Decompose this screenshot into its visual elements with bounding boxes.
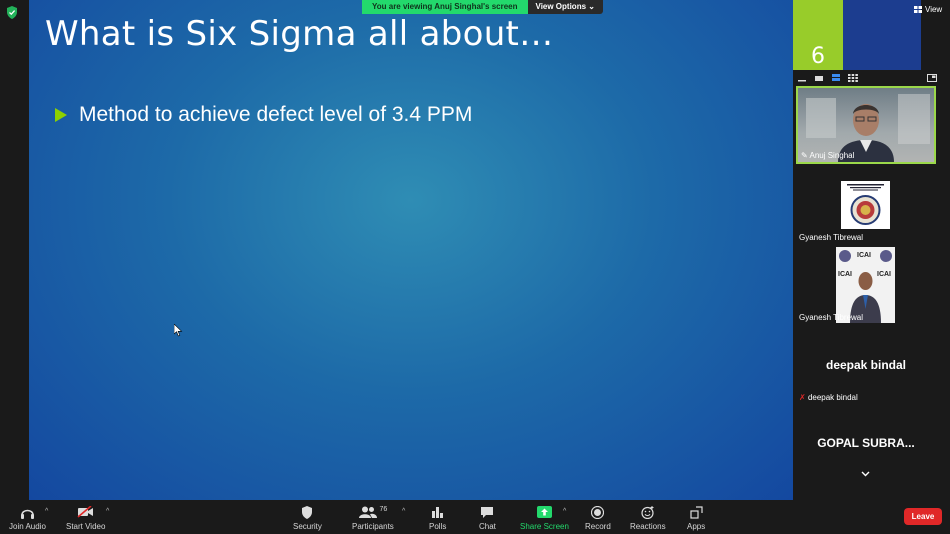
muted-mic-icon: ✗	[799, 393, 806, 402]
reactions-label: Reactions	[630, 522, 666, 531]
grid-view-icon	[914, 6, 922, 13]
participant-name-text: deepak bindal	[807, 393, 858, 402]
leave-meeting-button[interactable]: Leave	[904, 508, 942, 525]
participant-count: 76	[379, 505, 388, 513]
view-options-label: View Options	[535, 2, 587, 11]
start-video-label: Start Video	[66, 522, 106, 531]
participant-name: Gyanesh Tibrewal	[799, 313, 864, 322]
gallery-layout-toolbar	[797, 72, 937, 84]
participant-display-name: GOPAL SUBRA...	[817, 436, 915, 450]
share-screen-label: Share Screen	[520, 522, 569, 531]
participants-icon	[358, 506, 377, 518]
security-shield-icon	[302, 505, 313, 519]
video-options-caret-icon[interactable]: ^	[106, 508, 109, 515]
participant-tile[interactable]: deepak bindal ✗ deepak bindal	[796, 326, 936, 404]
bullet-arrow-icon	[55, 108, 67, 122]
headphones-icon	[20, 509, 34, 519]
thumbnail-view-icon[interactable]	[814, 74, 824, 82]
start-video-button[interactable]: Start Video	[66, 504, 105, 531]
share-options-caret-icon[interactable]: ^	[563, 508, 566, 515]
viewing-screen-text: You are viewing Anuj Singhal's screen	[362, 0, 528, 14]
video-off-icon	[77, 506, 94, 518]
join-audio-button[interactable]: Join Audio	[9, 504, 46, 531]
participant-tile[interactable]: Gyanesh Tibrewal	[796, 166, 936, 244]
slide-bullet-text: Method to achieve defect level of 3.4 PP…	[79, 103, 473, 126]
join-audio-label: Join Audio	[9, 522, 46, 531]
apps-button[interactable]: Apps	[687, 504, 705, 531]
smiley-icon	[641, 505, 654, 519]
chevron-down-icon: ⌄	[588, 2, 595, 11]
scroll-down-chevron-icon[interactable]	[861, 471, 870, 477]
chat-label: Chat	[479, 522, 496, 531]
participant-display-name: deepak bindal	[825, 358, 907, 372]
participant-name-text: Anuj Singhal	[809, 151, 855, 160]
left-margin	[0, 0, 29, 500]
mouse-cursor-icon	[174, 324, 183, 337]
participant-name: ✎ Anuj Singhal	[801, 151, 854, 160]
speaker-view-icon[interactable]	[831, 74, 841, 82]
share-screen-icon	[536, 506, 552, 518]
chat-button[interactable]: Chat	[479, 504, 496, 531]
view-label: View	[925, 5, 943, 14]
apps-icon	[690, 505, 703, 519]
view-button[interactable]: View	[914, 5, 942, 14]
view-options-button[interactable]: View Options ⌄	[527, 0, 603, 14]
polls-bar-chart-icon	[432, 507, 444, 518]
institute-logo-image	[841, 181, 890, 229]
pin-icon: ✎	[801, 151, 808, 160]
gallery-grid-icon[interactable]	[848, 74, 858, 82]
apps-label: Apps	[687, 522, 706, 531]
share-screen-button[interactable]: Share Screen	[520, 504, 569, 531]
pop-out-icon[interactable]	[927, 74, 937, 82]
record-button[interactable]: Record	[585, 504, 611, 531]
participant-name: Gyanesh Tibrewal	[799, 233, 864, 242]
slide-number: 6	[811, 44, 825, 69]
person-video-silhouette	[839, 250, 892, 323]
reactions-button[interactable]: Reactions	[630, 504, 666, 531]
participants-options-caret-icon[interactable]: ^	[402, 508, 405, 515]
audio-options-caret-icon[interactable]: ^	[45, 508, 48, 515]
participant-tile[interactable]: ✎ Anuj Singhal	[796, 86, 936, 164]
minimize-icon[interactable]	[797, 74, 807, 82]
participant-video: ICAI ICAI ICAI	[836, 247, 895, 323]
screen-share-banner: You are viewing Anuj Singhal's screen Vi…	[362, 0, 603, 14]
polls-label: Polls	[429, 522, 447, 531]
participant-tile[interactable]: ICAI ICAI ICAI Gyanesh Tibrewal	[796, 246, 936, 324]
zoom-meeting-window: What is Six Sigma all about… Method to a…	[0, 0, 950, 534]
chat-bubble-icon	[481, 506, 494, 518]
slide-bullet: Method to achieve defect level of 3.4 PP…	[55, 103, 472, 127]
security-button[interactable]: Security	[293, 504, 322, 531]
participants-button[interactable]: 76 Participants	[352, 504, 394, 532]
security-label: Security	[293, 522, 322, 531]
participants-label: Participants	[352, 522, 394, 531]
participant-name: ✗ deepak bindal	[799, 393, 858, 402]
slide-title: What is Six Sigma all about…	[45, 14, 554, 54]
shared-screen-slide[interactable]: What is Six Sigma all about… Method to a…	[29, 0, 793, 500]
participant-tile[interactable]: GOPAL SUBRA...	[796, 406, 936, 482]
slide-thumbnail: 6	[793, 0, 921, 70]
record-icon	[591, 505, 605, 519]
record-label: Record	[585, 522, 611, 531]
polls-button[interactable]: Polls	[429, 504, 446, 531]
meeting-controls-toolbar: Join Audio ^ Start Video ^ Security 76 P…	[0, 500, 950, 534]
encryption-shield-icon[interactable]	[6, 6, 18, 19]
